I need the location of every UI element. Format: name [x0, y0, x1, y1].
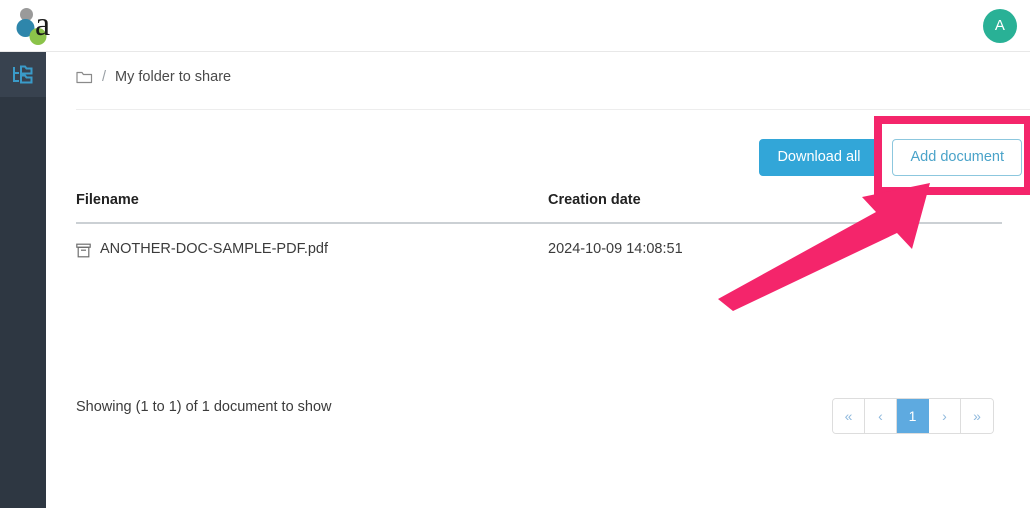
pagination-next[interactable]: › — [929, 399, 961, 433]
folder-icon[interactable] — [76, 70, 93, 84]
header-divider — [76, 109, 1030, 110]
pagination-page-1[interactable]: 1 — [897, 399, 929, 433]
filename-text[interactable]: ANOTHER-DOC-SAMPLE-PDF.pdf — [100, 241, 328, 257]
cell-creation-date: 2024-10-09 14:08:51 — [548, 241, 848, 257]
logo-icon: a — [14, 5, 60, 47]
document-archive-icon — [76, 243, 91, 258]
app-logo[interactable]: a — [14, 5, 60, 47]
table-row[interactable]: ANOTHER-DOC-SAMPLE-PDF.pdf 2024-10-09 14… — [76, 224, 1002, 257]
column-header-creation-date[interactable]: Creation date — [548, 192, 848, 208]
pagination: « ‹ 1 › » — [832, 398, 994, 434]
pagination-prev[interactable]: ‹ — [865, 399, 897, 433]
svg-text:a: a — [35, 6, 50, 43]
showing-count-text: Showing (1 to 1) of 1 document to show — [76, 399, 332, 415]
download-all-button[interactable]: Download all — [759, 139, 878, 176]
cell-filename: ANOTHER-DOC-SAMPLE-PDF.pdf — [76, 241, 548, 257]
column-header-filename[interactable]: Filename — [76, 192, 548, 208]
avatar[interactable]: A — [983, 9, 1017, 43]
breadcrumb-current[interactable]: My folder to share — [115, 69, 231, 85]
sidebar — [0, 52, 46, 508]
sidebar-item-documents[interactable] — [0, 52, 46, 97]
folder-tree-icon — [12, 65, 34, 85]
action-buttons: Download all Add document — [759, 139, 1022, 176]
pagination-last[interactable]: » — [961, 399, 993, 433]
top-bar: a A — [0, 0, 1030, 52]
breadcrumb: / My folder to share — [76, 69, 231, 85]
pagination-first[interactable]: « — [833, 399, 865, 433]
main-content: / My folder to share Download all Add do… — [46, 52, 1030, 508]
add-document-button[interactable]: Add document — [892, 139, 1022, 176]
table-header-row: Filename Creation date — [76, 192, 1002, 224]
breadcrumb-separator: / — [102, 69, 106, 85]
app-root: a A / My folder to share — [0, 0, 1030, 508]
documents-table: Filename Creation date ANOTHER-DOC-SAMPL… — [76, 192, 1002, 257]
